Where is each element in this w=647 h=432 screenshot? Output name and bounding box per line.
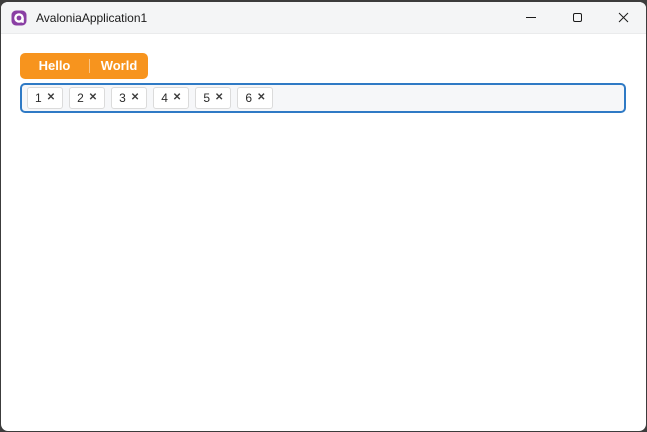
tag-chip-label: 1: [35, 91, 42, 105]
tag-chip[interactable]: 3 ✕: [111, 87, 148, 109]
window-title: AvaloniaApplication1: [36, 10, 148, 25]
tag-chip-label: 6: [245, 91, 253, 105]
tag-remove-icon[interactable]: ✕: [215, 93, 223, 103]
tag-input-box[interactable]: 1 ✕ 2 ✕ 3 ✕ 4 ✕ 5 ✕ 6 ✕: [20, 83, 626, 113]
tag-chip[interactable]: 5 ✕: [195, 87, 232, 109]
caption-buttons: [508, 2, 646, 33]
minimize-button[interactable]: [508, 2, 554, 33]
tag-chip[interactable]: 1 ✕: [27, 87, 64, 109]
main-content: Hello World 1 ✕ 2 ✕ 3 ✕ 4 ✕ 5 ✕ 6 ✕: [1, 34, 646, 113]
tag-remove-icon[interactable]: ✕: [89, 93, 97, 103]
maximize-icon: [572, 13, 582, 22]
hello-button[interactable]: Hello: [20, 53, 89, 79]
close-button[interactable]: [600, 2, 646, 33]
close-icon: [618, 12, 628, 23]
tag-chip-label: 3: [119, 91, 126, 105]
tag-remove-icon[interactable]: ✕: [257, 93, 265, 103]
minimize-icon: [526, 17, 536, 18]
tag-remove-icon[interactable]: ✕: [47, 93, 55, 103]
tag-chip[interactable]: 4 ✕: [153, 87, 190, 109]
tag-remove-icon[interactable]: ✕: [173, 93, 181, 103]
world-button[interactable]: World: [90, 53, 148, 79]
titlebar-drag-area[interactable]: [147, 2, 508, 33]
maximize-button[interactable]: [554, 2, 600, 33]
tag-chip-label: 5: [203, 91, 210, 105]
tag-remove-icon[interactable]: ✕: [131, 93, 139, 103]
tag-chip-label: 4: [161, 91, 168, 105]
avalonia-logo-icon: [11, 10, 27, 25]
tag-chip-label: 2: [77, 91, 84, 105]
hello-world-button-group: Hello World: [20, 53, 148, 79]
titlebar[interactable]: AvaloniaApplication1: [1, 2, 646, 34]
app-window: AvaloniaApplication1 Hello World 1 ✕ 2 ✕…: [0, 0, 647, 432]
tag-chip[interactable]: 6 ✕: [237, 87, 274, 109]
tag-chip[interactable]: 2 ✕: [69, 87, 106, 109]
